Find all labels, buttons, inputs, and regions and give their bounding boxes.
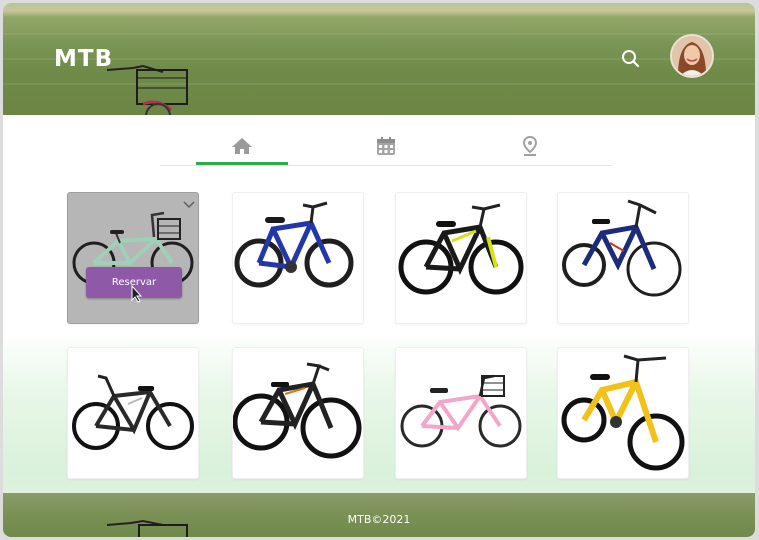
product-card[interactable] bbox=[67, 347, 199, 479]
footer: MTB©2021 bbox=[3, 493, 755, 537]
hero-banner: MTB bbox=[3, 3, 755, 115]
app-frame: MTB Reservar MTB©2021 bbox=[3, 3, 755, 537]
tab-calendar[interactable] bbox=[340, 129, 432, 163]
user-avatar[interactable] bbox=[670, 34, 714, 78]
calendar-icon bbox=[377, 137, 395, 155]
yellow-full-suspension-image bbox=[561, 354, 685, 471]
blue-kids-mtb-image bbox=[234, 201, 354, 288]
product-card[interactable]: Reservar bbox=[67, 192, 199, 324]
product-card[interactable] bbox=[232, 192, 364, 324]
product-card[interactable] bbox=[395, 347, 527, 479]
black-mtb-gray-image bbox=[72, 374, 194, 450]
mint-city-bike-image bbox=[72, 211, 194, 285]
category-tabs bbox=[160, 129, 612, 166]
footer-copyright: MTB©2021 bbox=[347, 513, 411, 526]
black-orange-mtb-image bbox=[233, 362, 362, 459]
app-brand[interactable]: MTB bbox=[54, 46, 113, 72]
product-card[interactable] bbox=[395, 192, 527, 324]
pink-girls-bike-image bbox=[400, 374, 522, 448]
banner-bike-illustration bbox=[106, 64, 188, 115]
location-pin-icon bbox=[522, 136, 538, 156]
search-icon[interactable] bbox=[620, 48, 642, 70]
product-card[interactable] bbox=[557, 192, 689, 324]
cursor-pointer-icon bbox=[131, 285, 143, 303]
home-icon bbox=[232, 137, 252, 154]
product-card[interactable] bbox=[557, 347, 689, 479]
product-card[interactable] bbox=[232, 347, 364, 479]
field-stripe bbox=[3, 33, 755, 35]
tab-location[interactable] bbox=[484, 129, 576, 163]
black-yellow-mtb-image bbox=[398, 203, 524, 295]
blue-full-suspension-image bbox=[562, 199, 682, 297]
tab-home[interactable] bbox=[196, 129, 288, 165]
